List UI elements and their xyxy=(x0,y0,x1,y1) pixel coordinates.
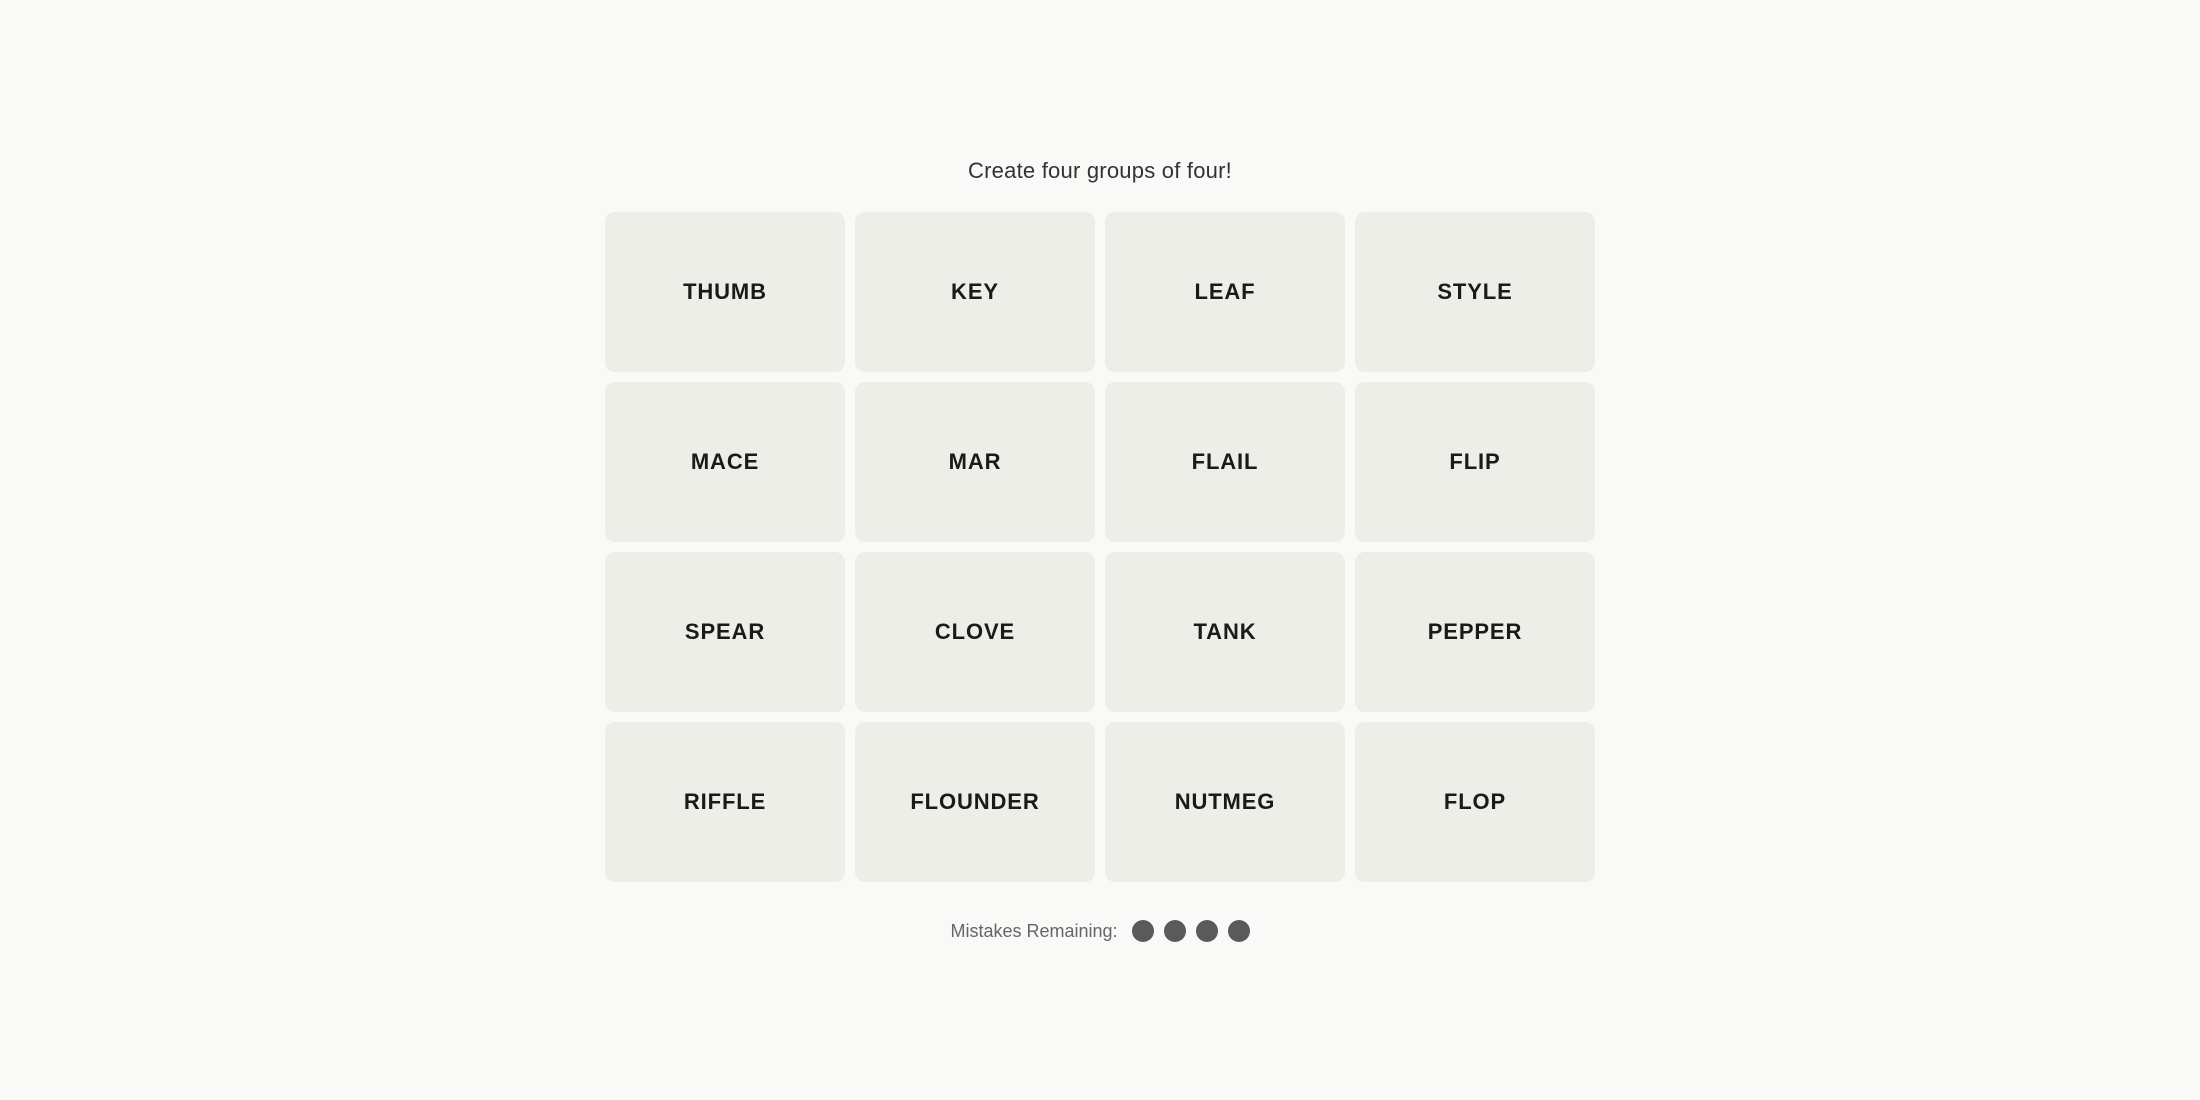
tile-label-mace: MACE xyxy=(691,449,759,475)
tile-label-spear: SPEAR xyxy=(685,619,765,645)
tile-style[interactable]: STYLE xyxy=(1355,212,1595,372)
tile-label-mar: MAR xyxy=(949,449,1002,475)
tile-label-thumb: THUMB xyxy=(683,279,767,305)
tile-label-nutmeg: NUTMEG xyxy=(1175,789,1276,815)
tile-label-style: STYLE xyxy=(1437,279,1512,305)
tile-riffle[interactable]: RIFFLE xyxy=(605,722,845,882)
subtitle: Create four groups of four! xyxy=(968,158,1232,184)
mistakes-dots xyxy=(1132,920,1250,942)
game-container: Create four groups of four! THUMB KEY LEAF… xyxy=(550,158,1650,942)
mistakes-section: Mistakes Remaining: xyxy=(950,920,1249,942)
mistake-dot-2 xyxy=(1164,920,1186,942)
tile-leaf[interactable]: LEAF xyxy=(1105,212,1345,372)
tile-pepper[interactable]: PEPPER xyxy=(1355,552,1595,712)
mistakes-label: Mistakes Remaining: xyxy=(950,921,1117,942)
tile-grid: THUMB KEY LEAF STYLE MACE MAR FLAIL FLIP SPEAR CL… xyxy=(605,212,1595,882)
tile-label-pepper: PEPPER xyxy=(1428,619,1523,645)
tile-label-flail: FLAIL xyxy=(1192,449,1259,475)
mistake-dot-3 xyxy=(1196,920,1218,942)
mistake-dot-1 xyxy=(1132,920,1154,942)
tile-label-flop: FLOP xyxy=(1444,789,1506,815)
tile-flail[interactable]: FLAIL xyxy=(1105,382,1345,542)
tile-nutmeg[interactable]: NUTMEG xyxy=(1105,722,1345,882)
tile-tank[interactable]: TANK xyxy=(1105,552,1345,712)
tile-spear[interactable]: SPEAR xyxy=(605,552,845,712)
tile-key[interactable]: KEY xyxy=(855,212,1095,372)
tile-label-riffle: RIFFLE xyxy=(684,789,766,815)
tile-thumb[interactable]: THUMB xyxy=(605,212,845,372)
mistake-dot-4 xyxy=(1228,920,1250,942)
tile-clove[interactable]: CLOVE xyxy=(855,552,1095,712)
tile-label-flounder: FLOUNDER xyxy=(910,789,1039,815)
tile-label-key: KEY xyxy=(951,279,999,305)
tile-flip[interactable]: FLIP xyxy=(1355,382,1595,542)
tile-mace[interactable]: MACE xyxy=(605,382,845,542)
tile-label-flip: FLIP xyxy=(1449,449,1500,475)
tile-mar[interactable]: MAR xyxy=(855,382,1095,542)
tile-label-tank: TANK xyxy=(1194,619,1257,645)
tile-label-leaf: LEAF xyxy=(1195,279,1256,305)
tile-flop[interactable]: FLOP xyxy=(1355,722,1595,882)
tile-label-clove: CLOVE xyxy=(935,619,1015,645)
tile-flounder[interactable]: FLOUNDER xyxy=(855,722,1095,882)
